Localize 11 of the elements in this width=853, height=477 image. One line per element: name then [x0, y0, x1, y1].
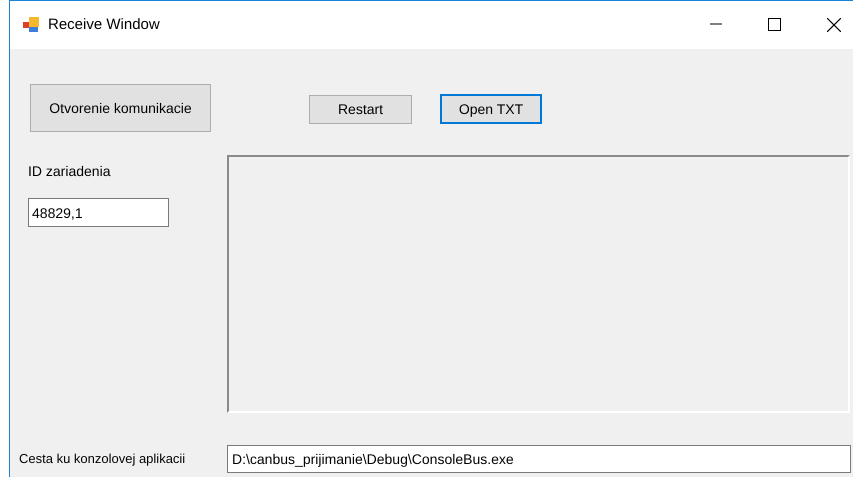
restart-button[interactable]: Restart: [309, 95, 412, 124]
device-id-field[interactable]: 48829,1: [28, 198, 169, 227]
maximize-icon[interactable]: [768, 18, 781, 31]
window-title: Receive Window: [48, 14, 160, 35]
app-icon: [23, 17, 39, 33]
close-icon[interactable]: [827, 18, 841, 32]
console-path-label: Cesta ku konzolovej aplikacii: [19, 450, 186, 468]
open-communication-button[interactable]: Otvorenie komunikacie: [30, 84, 211, 132]
open-txt-button[interactable]: Open TXT: [440, 94, 542, 124]
console-path-field[interactable]: D:\canbus_prijimanie\Debug\ConsoleBus.exe: [227, 445, 851, 473]
device-id-label: ID zariadenia: [28, 162, 112, 181]
